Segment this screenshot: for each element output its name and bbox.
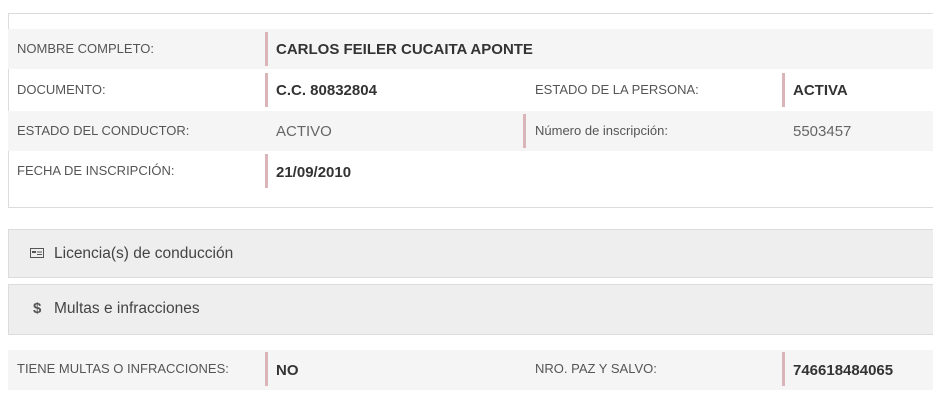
dollar-icon: $ (33, 300, 42, 317)
row-nombre: NOMBRE COMPLETO: CARLOS FEILER CUCAITA A… (8, 29, 933, 69)
estado-conductor-label: ESTADO DEL CONDUCTOR: (17, 123, 190, 138)
row-documento: DOCUMENTO: C.C. 80832804 ESTADO DE LA PE… (8, 70, 933, 110)
nombre-label: NOMBRE COMPLETO: (17, 41, 155, 56)
row-fecha: FECHA DE INSCRIPCIÓN: 21/09/2010 (8, 152, 933, 192)
inscripcion-num-label: Número de inscripción: (535, 123, 668, 138)
tiene-multas-value: NO (276, 362, 299, 379)
value-divider (265, 32, 268, 66)
inscripcion-num-value: 5503457 (793, 123, 852, 140)
paz-salvo-value: 746618484065 (793, 362, 894, 379)
value-divider (265, 73, 268, 107)
value-divider (782, 352, 785, 386)
row-multas: TIENE MULTAS O INFRACCIONES: NO NRO. PAZ… (8, 350, 933, 390)
multas-section-header[interactable]: $ Multas e infracciones (8, 284, 933, 335)
value-divider (265, 154, 268, 188)
fecha-value: 21/09/2010 (276, 164, 352, 181)
value-divider (782, 73, 785, 107)
estado-persona-value: ACTIVA (793, 82, 848, 99)
fecha-label: FECHA DE INSCRIPCIÓN: (17, 163, 175, 178)
paz-salvo-label: NRO. PAZ Y SALVO: (535, 361, 657, 376)
licencias-section-header[interactable]: Licencia(s) de conducción (8, 229, 933, 278)
licencias-title: Licencia(s) de conducción (54, 245, 234, 262)
value-divider (523, 114, 526, 148)
multas-title: Multas e infracciones (54, 300, 200, 317)
estado-persona-label: ESTADO DE LA PERSONA: (535, 82, 699, 97)
nombre-value: CARLOS FEILER CUCAITA APONTE (276, 41, 533, 58)
tiene-multas-label: TIENE MULTAS O INFRACCIONES: (17, 361, 229, 376)
row-estado-conductor: ESTADO DEL CONDUCTOR: ACTIVO Número de i… (8, 111, 933, 151)
documento-value: C.C. 80832804 (276, 82, 377, 99)
estado-conductor-value: ACTIVO (276, 123, 332, 140)
id-card-icon (30, 245, 44, 258)
documento-label: DOCUMENTO: (17, 82, 106, 97)
value-divider (265, 352, 268, 386)
